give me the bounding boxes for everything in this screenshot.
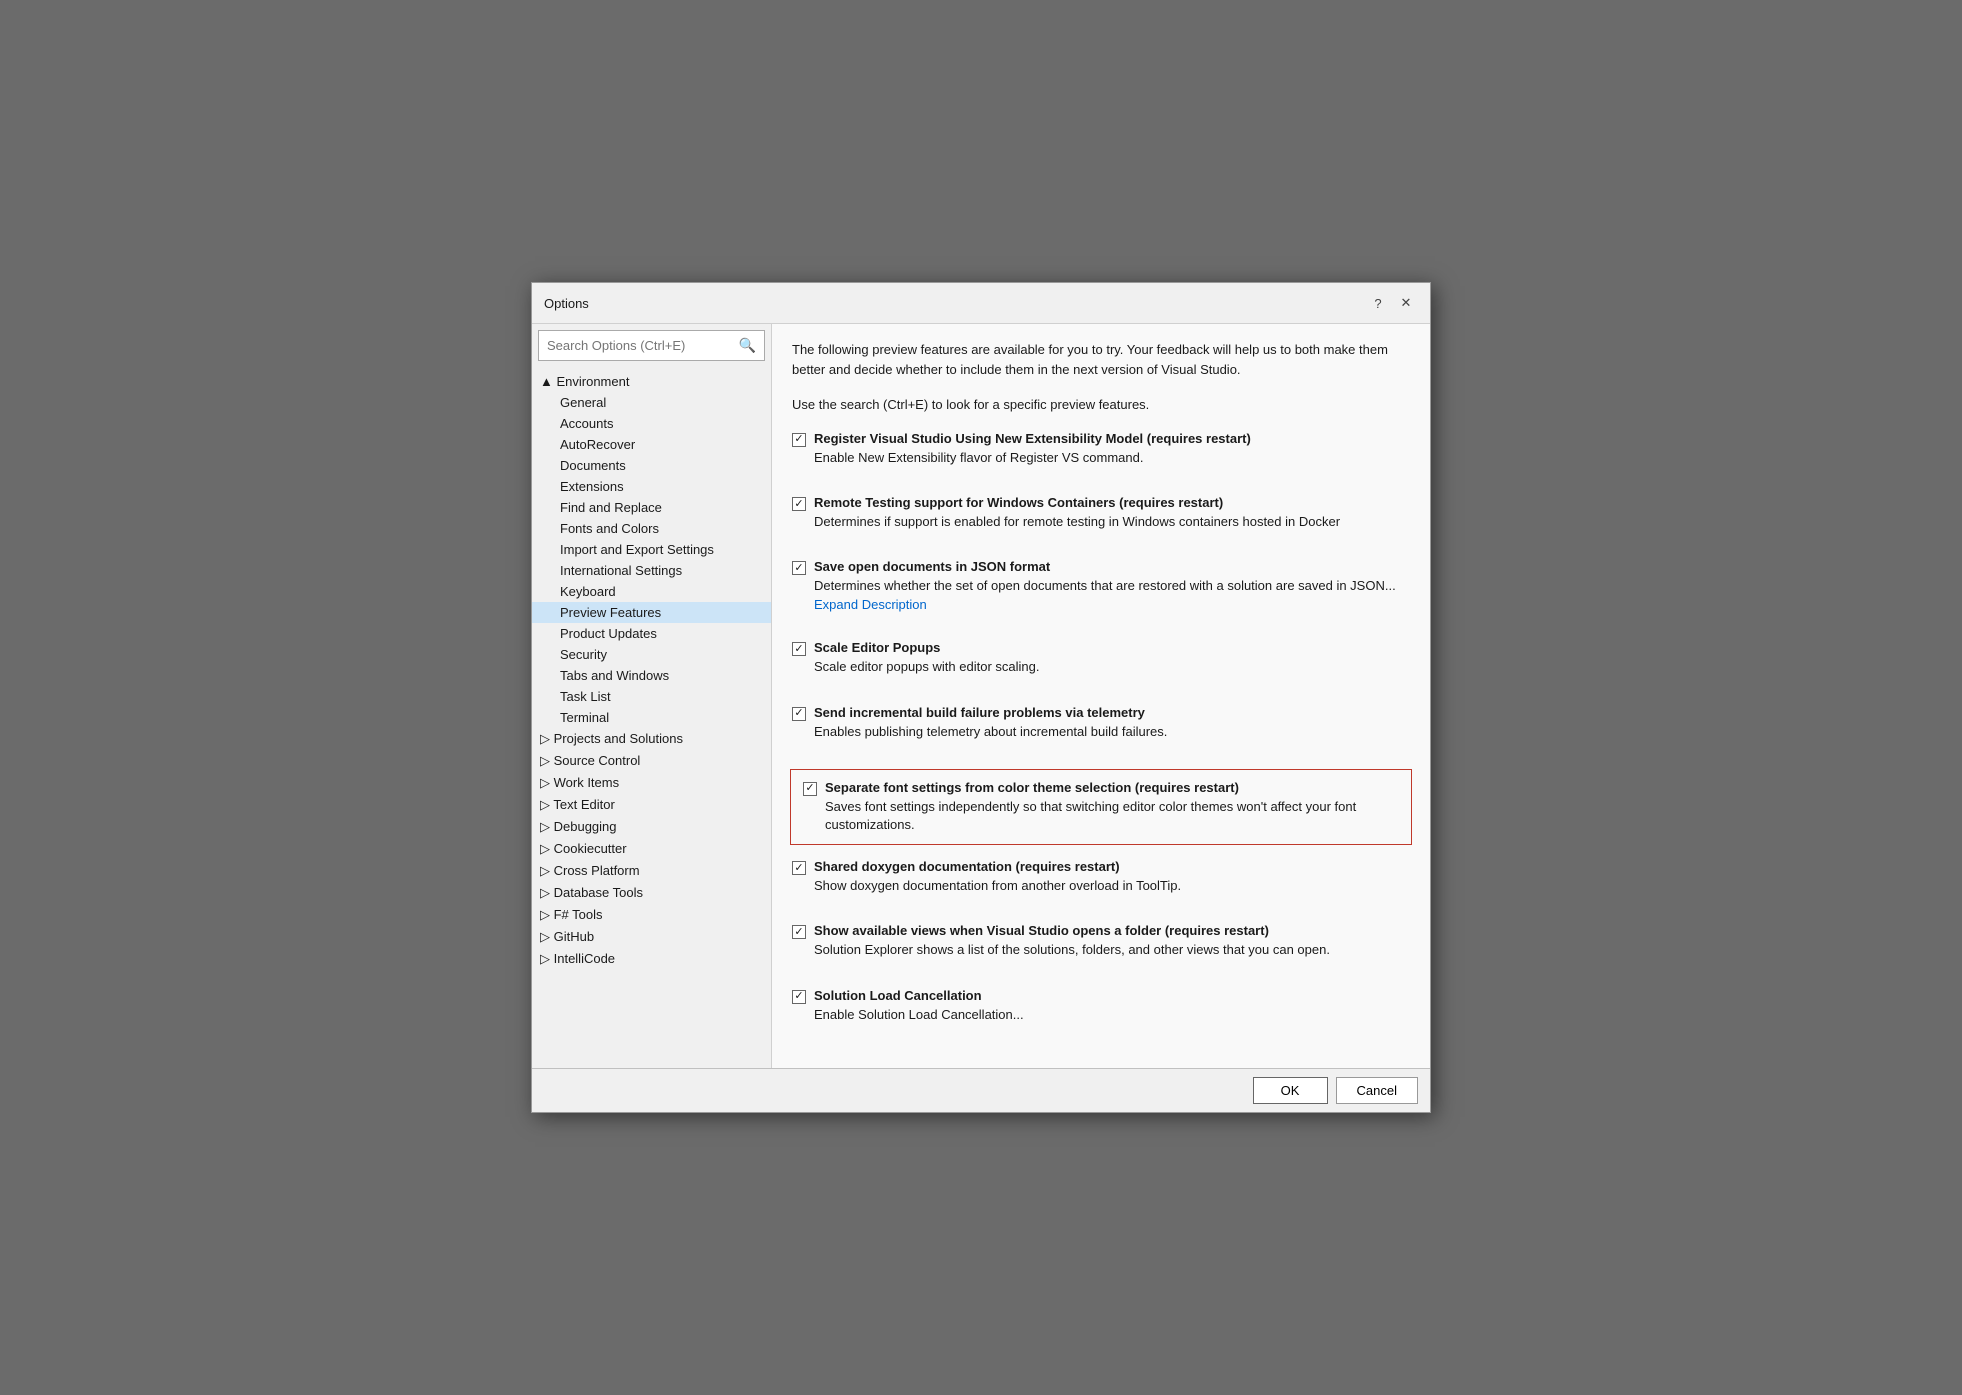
- dialog-body: 🔍 ▲ EnvironmentGeneralAccountsAutoRecove…: [532, 324, 1430, 1067]
- help-button[interactable]: ?: [1366, 291, 1390, 315]
- feature-title: Show available views when Visual Studio …: [814, 923, 1269, 938]
- tree-item[interactable]: ▷ Cross Platform: [532, 860, 771, 882]
- feature-item: Solution Load Cancellation Enable Solutio…: [792, 988, 1410, 1038]
- tree-item[interactable]: Extensions: [532, 476, 771, 497]
- tree-item[interactable]: Find and Replace: [532, 497, 771, 518]
- feature-expand-link[interactable]: Expand Description: [814, 597, 1410, 612]
- search-box[interactable]: 🔍: [538, 330, 765, 361]
- feature-title: Save open documents in JSON format: [814, 559, 1050, 574]
- tree-item[interactable]: ▷ Database Tools: [532, 882, 771, 904]
- tree-item[interactable]: ▷ IntelliCode: [532, 948, 771, 970]
- tree-item[interactable]: Terminal: [532, 707, 771, 728]
- tree-item[interactable]: ▷ Source Control: [532, 750, 771, 772]
- right-panel: The following preview features are avail…: [772, 324, 1430, 1067]
- feature-item: Separate font settings from color theme …: [790, 769, 1412, 845]
- feature-desc: Solution Explorer shows a list of the so…: [814, 941, 1410, 959]
- cancel-button[interactable]: Cancel: [1336, 1077, 1418, 1104]
- tree-item[interactable]: AutoRecover: [532, 434, 771, 455]
- tree-item[interactable]: Documents: [532, 455, 771, 476]
- feature-desc: Determines if support is enabled for rem…: [814, 513, 1410, 531]
- feature-title: Shared doxygen documentation (requires r…: [814, 859, 1120, 874]
- feature-text: Show available views when Visual Studio …: [814, 923, 1410, 959]
- feature-text: Shared doxygen documentation (requires r…: [814, 859, 1410, 895]
- ok-button[interactable]: OK: [1253, 1077, 1328, 1104]
- tree-item[interactable]: ▷ Text Editor: [532, 794, 771, 816]
- tree-item[interactable]: Fonts and Colors: [532, 518, 771, 539]
- feature-desc: Enable New Extensibility flavor of Regis…: [814, 449, 1410, 467]
- intro-text: The following preview features are avail…: [792, 340, 1410, 379]
- feature-text: Solution Load Cancellation Enable Solutio…: [814, 988, 1410, 1024]
- feature-text: Separate font settings from color theme …: [825, 780, 1399, 834]
- tree-item[interactable]: Task List: [532, 686, 771, 707]
- feature-text: Save open documents in JSON format Determ…: [814, 559, 1410, 612]
- title-bar: Options ? ✕: [532, 283, 1430, 324]
- feature-text: Remote Testing support for Windows Conta…: [814, 495, 1410, 531]
- dialog-title: Options: [544, 296, 589, 311]
- feature-item: Send incremental build failure problems …: [792, 705, 1410, 755]
- feature-item: Scale Editor Popups Scale editor popups w…: [792, 640, 1410, 690]
- tree-item[interactable]: ▷ Projects and Solutions: [532, 728, 771, 750]
- tree-item[interactable]: General: [532, 392, 771, 413]
- feature-title: Register Visual Studio Using New Extensi…: [814, 431, 1251, 446]
- feature-item: Save open documents in JSON format Determ…: [792, 559, 1410, 626]
- close-button[interactable]: ✕: [1394, 291, 1418, 315]
- feature-item: Register Visual Studio Using New Extensi…: [792, 431, 1410, 481]
- feature-title: Separate font settings from color theme …: [825, 780, 1239, 795]
- tree-item[interactable]: Preview Features: [532, 602, 771, 623]
- feature-title: Send incremental build failure problems …: [814, 705, 1145, 720]
- tree-item[interactable]: ▷ Work Items: [532, 772, 771, 794]
- feature-title: Scale Editor Popups: [814, 640, 940, 655]
- tree-item[interactable]: ▷ GitHub: [532, 926, 771, 948]
- feature-checkbox[interactable]: [792, 561, 806, 575]
- feature-title: Solution Load Cancellation: [814, 988, 982, 1003]
- left-panel: 🔍 ▲ EnvironmentGeneralAccountsAutoRecove…: [532, 324, 772, 1067]
- feature-checkbox[interactable]: [792, 707, 806, 721]
- search-icon: 🔍: [739, 337, 756, 354]
- feature-desc: Enable Solution Load Cancellation...: [814, 1006, 1410, 1024]
- tree-item[interactable]: Keyboard: [532, 581, 771, 602]
- right-content: The following preview features are avail…: [772, 324, 1430, 1067]
- tree-item[interactable]: Product Updates: [532, 623, 771, 644]
- feature-item: Shared doxygen documentation (requires r…: [792, 859, 1410, 909]
- feature-checkbox[interactable]: [803, 782, 817, 796]
- tree-item[interactable]: ▷ F# Tools: [532, 904, 771, 926]
- feature-desc: Saves font settings independently so tha…: [825, 798, 1399, 834]
- tree-item[interactable]: Tabs and Windows: [532, 665, 771, 686]
- feature-text: Scale Editor Popups Scale editor popups w…: [814, 640, 1410, 676]
- feature-desc: Scale editor popups with editor scaling.: [814, 658, 1410, 676]
- feature-item: Show available views when Visual Studio …: [792, 923, 1410, 973]
- tree-item[interactable]: Import and Export Settings: [532, 539, 771, 560]
- dialog-footer: OK Cancel: [532, 1068, 1430, 1112]
- tree-item[interactable]: ▷ Cookiecutter: [532, 838, 771, 860]
- feature-title: Remote Testing support for Windows Conta…: [814, 495, 1223, 510]
- search-input[interactable]: [547, 338, 739, 353]
- intro-text-2: Use the search (Ctrl+E) to look for a sp…: [792, 395, 1410, 415]
- feature-desc: Determines whether the set of open docum…: [814, 577, 1410, 595]
- feature-checkbox[interactable]: [792, 925, 806, 939]
- options-dialog: Options ? ✕ 🔍 ▲ EnvironmentGeneralAccoun…: [531, 282, 1431, 1112]
- feature-desc: Enables publishing telemetry about incre…: [814, 723, 1410, 741]
- feature-checkbox[interactable]: [792, 433, 806, 447]
- tree-item[interactable]: ▷ Debugging: [532, 816, 771, 838]
- tree: ▲ EnvironmentGeneralAccountsAutoRecoverD…: [532, 367, 771, 1067]
- tree-item[interactable]: International Settings: [532, 560, 771, 581]
- feature-text: Register Visual Studio Using New Extensi…: [814, 431, 1410, 467]
- tree-item[interactable]: Accounts: [532, 413, 771, 434]
- feature-item: Remote Testing support for Windows Conta…: [792, 495, 1410, 545]
- feature-checkbox[interactable]: [792, 497, 806, 511]
- feature-checkbox[interactable]: [792, 990, 806, 1004]
- feature-checkbox[interactable]: [792, 642, 806, 656]
- feature-desc: Show doxygen documentation from another …: [814, 877, 1410, 895]
- tree-item[interactable]: Security: [532, 644, 771, 665]
- feature-checkbox[interactable]: [792, 861, 806, 875]
- title-controls: ? ✕: [1366, 291, 1418, 315]
- tree-item[interactable]: ▲ Environment: [532, 371, 771, 392]
- feature-text: Send incremental build failure problems …: [814, 705, 1410, 741]
- features-list: Register Visual Studio Using New Extensi…: [792, 431, 1410, 1038]
